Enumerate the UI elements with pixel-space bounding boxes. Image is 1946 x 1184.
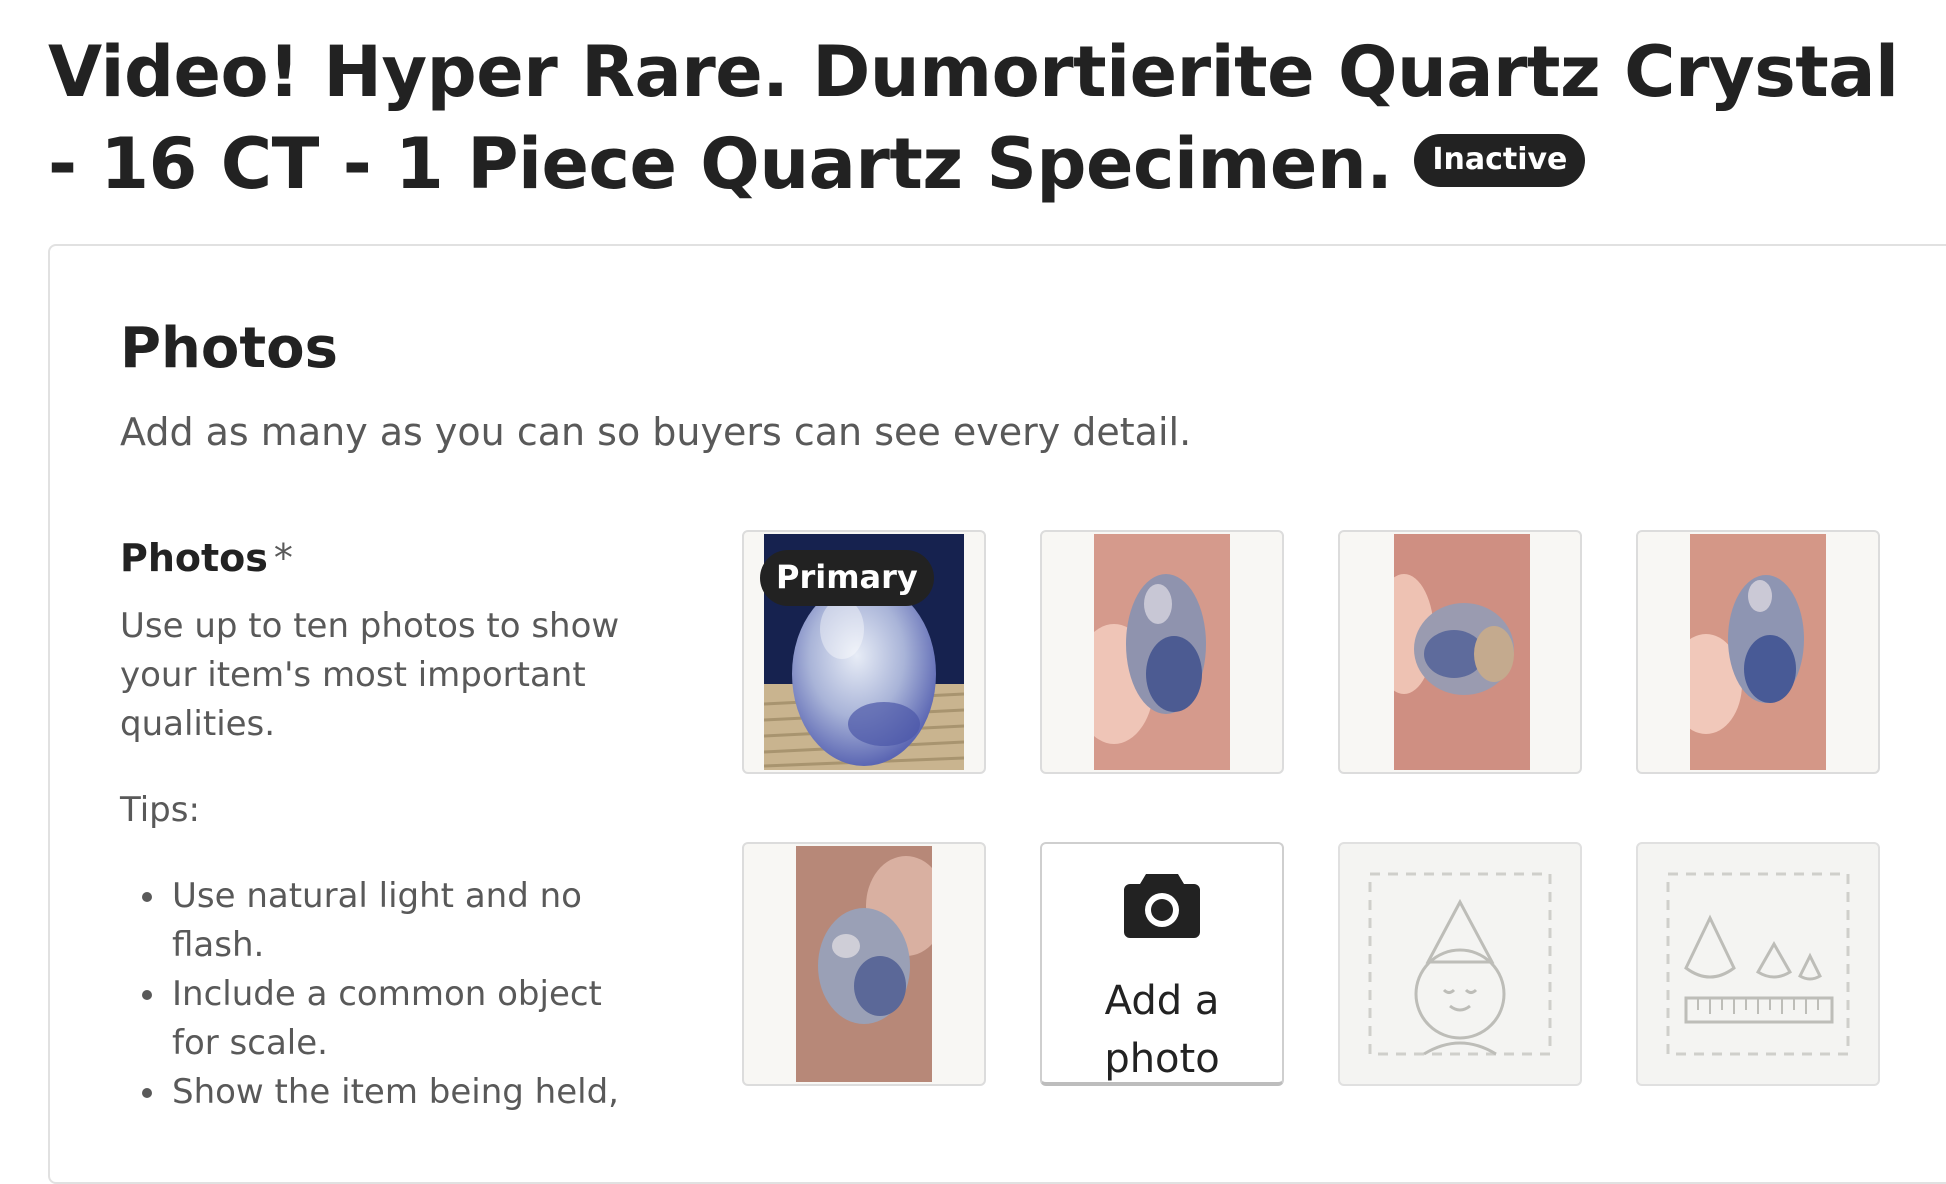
placeholder-tile[interactable] (1636, 842, 1880, 1086)
add-photo-label: Add a photo (1104, 978, 1220, 1082)
required-marker: * (273, 536, 293, 580)
add-photo-button[interactable]: Add a photo (1040, 842, 1284, 1086)
photo-tile[interactable] (1040, 530, 1284, 774)
gem-photo (1690, 534, 1826, 770)
photo-tile-primary[interactable]: Primary (742, 530, 986, 774)
listing-title: Video! Hyper Rare. Dumortierite Quartz C… (48, 26, 1928, 210)
gem-photo (796, 846, 932, 1082)
section-subtitle: Add as many as you can so buyers can see… (120, 410, 1192, 454)
primary-badge: Primary (760, 550, 934, 606)
photo-tile[interactable] (742, 842, 986, 1086)
person-for-scale-placeholder-icon (1368, 872, 1552, 1056)
gem-photo (1094, 534, 1230, 770)
tip-item: Include a common object for scale. (120, 970, 640, 1068)
tips-label: Tips: (120, 790, 200, 830)
status-badge: Inactive (1414, 134, 1586, 188)
photo-tile[interactable] (1338, 530, 1582, 774)
tip-item: Use natural light and no flash. (120, 872, 640, 970)
placeholder-tile[interactable] (1338, 842, 1582, 1086)
camera-icon (1124, 874, 1200, 938)
photo-tile[interactable] (1636, 530, 1880, 774)
listing-title-text: Video! Hyper Rare. Dumortierite Quartz C… (48, 31, 1899, 205)
section-title: Photos (120, 316, 338, 381)
photos-field-label: Photos * (120, 530, 293, 586)
field-label-text: Photos (120, 536, 268, 580)
field-help-text: Use up to ten photos to show your item's… (120, 606, 620, 744)
gem-photo (1394, 534, 1530, 770)
tips-list: Use natural light and no flash. Include … (120, 872, 640, 1117)
tip-item: Show the item being held, (120, 1068, 640, 1117)
ruler-for-scale-placeholder-icon (1666, 872, 1850, 1056)
